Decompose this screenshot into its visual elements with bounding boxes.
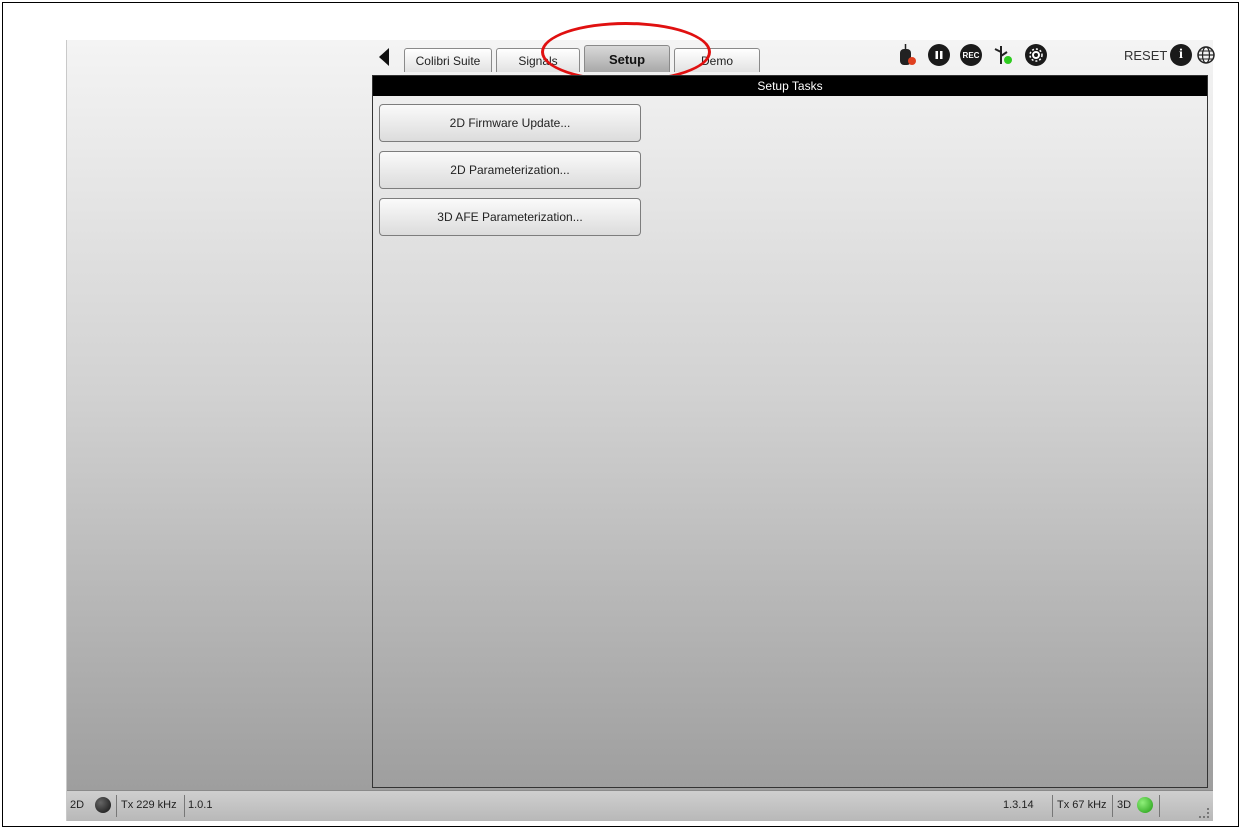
left-mode-label: 2D	[70, 799, 85, 811]
panel-title: Setup Tasks	[373, 76, 1207, 96]
record-label: REC	[962, 50, 980, 60]
afe-parameterization-3d-button[interactable]: 3D AFE Parameterization...	[379, 198, 641, 236]
pause-icon[interactable]	[928, 44, 950, 66]
divider	[184, 795, 185, 817]
info-icon[interactable]: i	[1170, 44, 1192, 66]
app-window: Colibri Suite Signals Setup Demo REC RES…	[66, 22, 1215, 821]
globe-icon[interactable]	[1195, 44, 1217, 66]
tab-label: Demo	[700, 53, 733, 68]
resize-grip-icon[interactable]	[1199, 808, 1209, 818]
divider	[116, 795, 117, 817]
tab-demo[interactable]: Demo	[674, 48, 760, 72]
right-mode-label: 3D	[1117, 799, 1132, 811]
record-icon[interactable]: REC	[960, 44, 982, 66]
status-bar: 2D Tx 229 kHz 1.0.1 1.3.14 Tx 67 kHz 3D	[67, 790, 1213, 821]
left-tx-frequency: Tx 229 kHz	[121, 799, 177, 811]
left-version: 1.0.1	[188, 799, 213, 811]
divider	[1112, 795, 1113, 817]
divider	[1159, 795, 1160, 817]
right-tx-frequency: Tx 67 kHz	[1057, 799, 1107, 811]
button-label: 2D Firmware Update...	[449, 116, 571, 130]
back-arrow-icon[interactable]	[379, 48, 389, 66]
tab-label: Colibri Suite	[415, 53, 481, 68]
right-status-led-icon	[1137, 797, 1153, 813]
settings-icon[interactable]	[1025, 44, 1047, 66]
screenshot-frame: Colibri Suite Signals Setup Demo REC RES…	[2, 2, 1239, 827]
reset-button[interactable]: RESET	[1124, 48, 1167, 63]
firmware-update-button[interactable]: 2D Firmware Update...	[379, 104, 641, 142]
parameterization-2d-button[interactable]: 2D Parameterization...	[379, 151, 641, 189]
usb-icon[interactable]	[992, 44, 1014, 66]
button-label: 2D Parameterization...	[450, 163, 570, 177]
tab-setup[interactable]: Setup	[584, 45, 670, 72]
tab-label: Setup	[608, 51, 646, 67]
tab-colibri-suite[interactable]: Colibri Suite	[404, 48, 492, 72]
right-version: 1.3.14	[1003, 799, 1034, 811]
info-label: i	[1179, 47, 1183, 62]
divider	[1052, 795, 1053, 817]
button-label: 3D AFE Parameterization...	[437, 210, 583, 224]
tab-signals[interactable]: Signals	[496, 48, 580, 72]
mouse-icon[interactable]	[896, 44, 918, 66]
setup-tasks-panel: Setup Tasks 2D Firmware Update... 2D Par…	[372, 75, 1208, 788]
tab-label: Signals	[518, 53, 558, 68]
left-status-led-icon	[95, 797, 111, 813]
